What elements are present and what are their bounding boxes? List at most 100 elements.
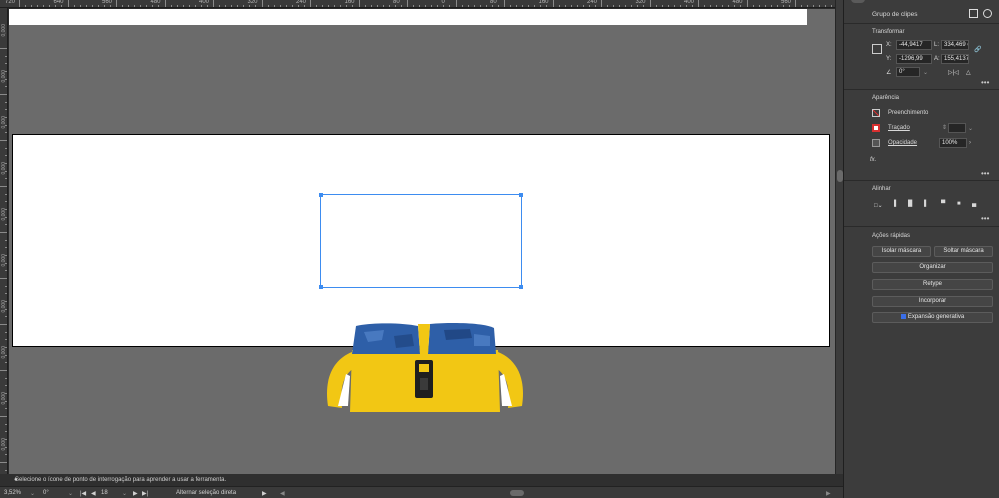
release-mask-button[interactable]: Soltar máscara <box>934 246 993 257</box>
ruler-minor-tick <box>303 5 305 7</box>
align-to-icon[interactable]: □⌄ <box>874 202 883 209</box>
ruler-minor-tick <box>249 5 251 7</box>
ruler-minor-tick <box>691 5 693 7</box>
generative-expand-button[interactable]: Expansão generativa <box>872 312 993 323</box>
ruler-minor-tick <box>5 63 7 65</box>
selection-handle[interactable] <box>519 193 523 197</box>
ruler-label: 0,000 <box>1 70 7 83</box>
ruler-minor-tick <box>558 5 560 7</box>
flip-horizontal-icon[interactable]: ▷|◁ <box>948 69 959 76</box>
clip-group-icon[interactable] <box>969 9 978 18</box>
opacity-field[interactable]: 100% <box>939 138 967 148</box>
retype-button[interactable]: Retype <box>872 279 993 290</box>
ruler-minor-tick <box>413 5 415 7</box>
rotation-dropdown-icon[interactable]: ⌄ <box>68 490 73 497</box>
vertical-scrollbar[interactable] <box>835 0 843 474</box>
height-field[interactable]: 155,4137 <box>941 54 969 64</box>
rotation-value[interactable]: 0° <box>43 490 49 496</box>
ruler-label: 0,000 <box>1 438 7 451</box>
artboard-dropdown-icon[interactable]: ⌄ <box>122 490 127 497</box>
zoom-level[interactable]: 3,52% <box>4 490 21 496</box>
horizontal-ruler[interactable]: 720 640 560 480 400 320 240 160 80 0 80 160 240 320 40… <box>0 0 838 8</box>
ruler-minor-tick <box>291 5 293 7</box>
artboard-number[interactable]: 18 <box>101 490 108 496</box>
fill-none-icon[interactable] <box>872 109 880 117</box>
selection-handle[interactable] <box>519 285 523 289</box>
ruler-minor-tick <box>376 5 378 7</box>
angle-field[interactable]: 0° <box>896 67 920 77</box>
ruler-minor-tick <box>5 362 7 364</box>
ruler-label: 0 <box>441 0 445 5</box>
ruler-minor-tick <box>273 5 275 7</box>
align-right-icon[interactable]: ▐ <box>922 201 926 207</box>
current-tool-label: Alternar seleção direta <box>176 490 237 496</box>
stroke-label[interactable]: Traçado <box>888 125 910 131</box>
ruler-minor-tick <box>49 5 51 7</box>
vertical-ruler[interactable]: 0,000 0,000 0,000 0,000 0,000 0,000 0,000 0,000… <box>0 8 8 474</box>
ruler-label: 320 <box>247 0 258 5</box>
selection-handle[interactable] <box>319 285 323 289</box>
quick-actions-header: Ações rápidas <box>872 233 911 239</box>
opacity-icon[interactable] <box>872 139 880 147</box>
reference-point-icon[interactable] <box>872 44 882 54</box>
align-top-icon[interactable]: ▀ <box>941 201 945 207</box>
angle-dropdown-icon[interactable]: ⌄ <box>923 69 928 76</box>
first-artboard-icon[interactable]: |◀ <box>80 490 86 497</box>
stroke-dropdown-icon[interactable]: ⌄ <box>968 125 973 132</box>
ruler-tick <box>261 0 263 7</box>
stroke-stepper-icon[interactable]: ⇕ <box>942 124 947 131</box>
panel-tab[interactable] <box>851 0 865 3</box>
width-field[interactable]: 334,469 c <box>941 40 969 50</box>
ruler-tick <box>0 462 7 463</box>
zoom-dropdown-icon[interactable]: ⌄ <box>30 490 35 497</box>
align-center-horizontal-icon[interactable]: █ <box>908 201 912 207</box>
selection-handle[interactable] <box>319 193 323 197</box>
align-left-icon[interactable]: ▌ <box>894 201 898 207</box>
align-more-icon[interactable]: ••• <box>981 214 989 223</box>
ruler-label: 640 <box>53 0 64 5</box>
artboard-upper[interactable] <box>9 9 807 25</box>
opacity-arrow-icon[interactable]: › <box>969 140 971 146</box>
tool-menu-icon[interactable]: ▶ <box>262 490 267 497</box>
ruler-minor-tick <box>97 5 99 7</box>
ruler-minor-tick <box>134 5 136 7</box>
ruler-label: 80 <box>490 0 497 5</box>
canvas[interactable] <box>9 9 835 474</box>
fx-button[interactable]: fx. <box>870 157 876 163</box>
ruler-minor-tick <box>752 5 754 7</box>
horizontal-scroll-thumb[interactable] <box>510 490 524 496</box>
target-icon[interactable] <box>983 9 992 18</box>
last-artboard-icon[interactable]: ▶| <box>142 490 148 497</box>
appearance-more-icon[interactable]: ••• <box>981 169 989 178</box>
embed-button[interactable]: Incorporar <box>872 296 993 307</box>
scroll-left-icon[interactable]: ◀ <box>280 490 285 497</box>
ruler-minor-tick <box>594 5 596 7</box>
stroke-weight-field[interactable] <box>948 123 966 133</box>
next-artboard-icon[interactable]: ▶ <box>133 490 138 497</box>
opacity-label[interactable]: Opacidade <box>888 140 917 146</box>
ruler-label: 0,000 <box>1 208 7 221</box>
transform-more-icon[interactable]: ••• <box>981 78 989 87</box>
constrain-proportions-icon[interactable]: 🔗 <box>974 46 981 53</box>
y-field[interactable]: -1296,99 <box>896 54 932 64</box>
ruler-tick <box>746 0 748 7</box>
ruler-minor-tick <box>5 201 7 203</box>
x-field[interactable]: -44,9417 <box>896 40 932 50</box>
isolate-mask-button[interactable]: Isolar máscara <box>872 246 931 257</box>
scroll-right-icon[interactable]: ▶ <box>826 490 831 497</box>
ruler-minor-tick <box>679 5 681 7</box>
flip-vertical-icon[interactable]: △ <box>966 69 971 76</box>
align-bottom-icon[interactable]: ▄ <box>972 201 976 207</box>
ruler-minor-tick <box>31 5 33 7</box>
ruler-tick <box>213 0 214 7</box>
ruler-minor-tick <box>5 377 7 379</box>
ruler-minor-tick <box>473 5 475 7</box>
ruler-minor-tick <box>710 5 712 7</box>
prev-artboard-icon[interactable]: ◀ <box>91 490 96 497</box>
ruler-minor-tick <box>740 5 742 7</box>
align-center-vertical-icon[interactable]: ■ <box>957 201 961 207</box>
stroke-icon[interactable] <box>872 124 880 132</box>
selection-bounding-box[interactable] <box>319 193 523 289</box>
bag-artwork[interactable] <box>324 320 526 414</box>
arrange-button[interactable]: Organizar <box>872 262 993 273</box>
